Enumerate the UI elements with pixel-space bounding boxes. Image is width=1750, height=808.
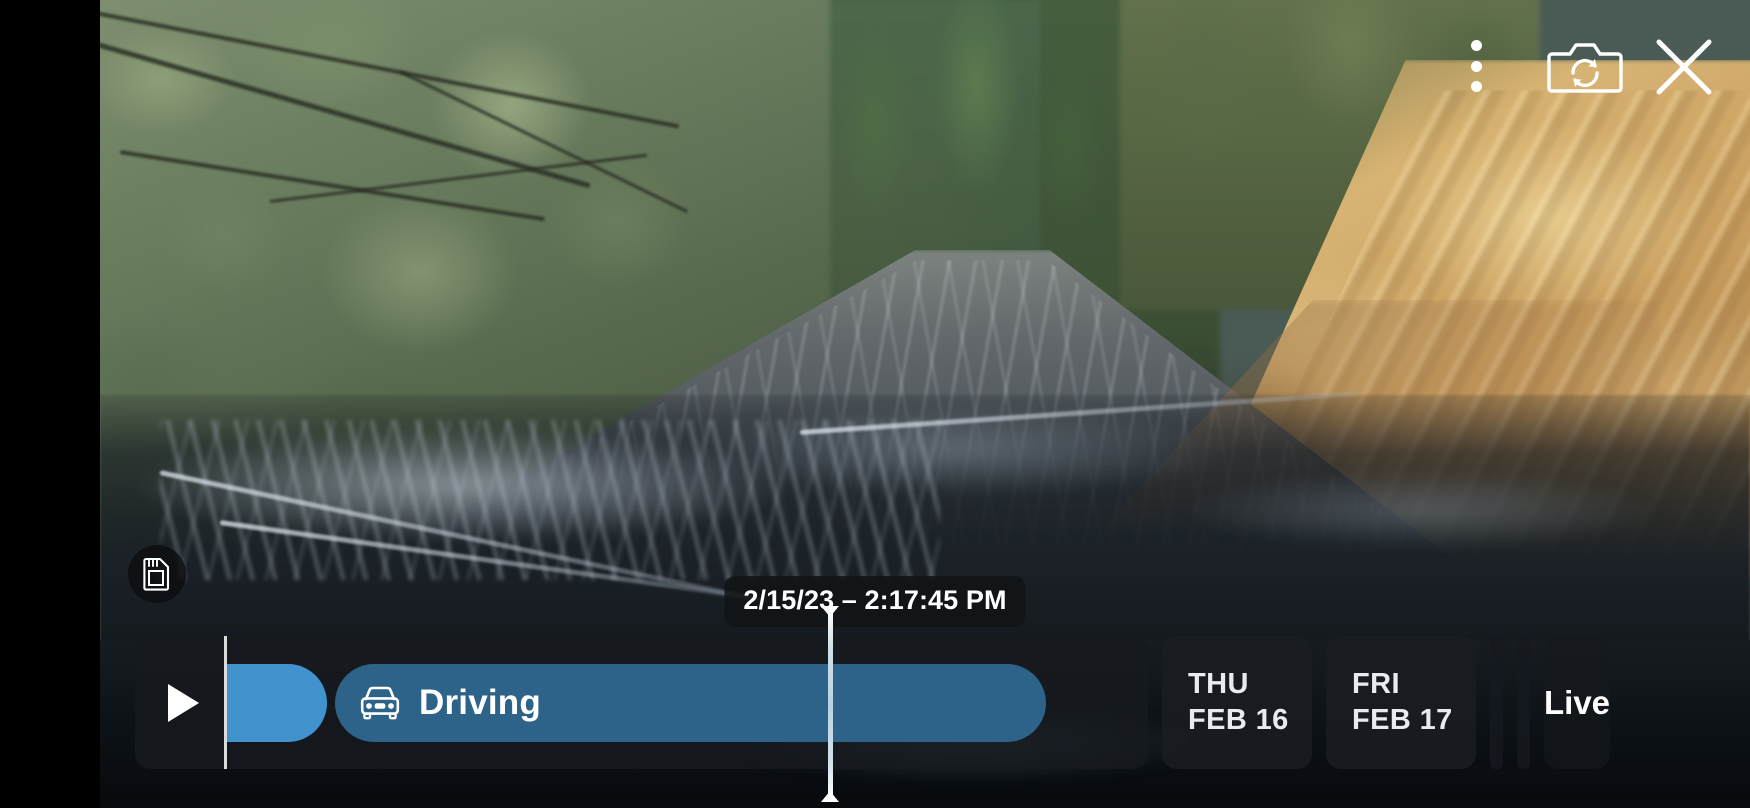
timeline-bar[interactable]: Driving THU FEB 16 FRI FEB 17 Live bbox=[135, 606, 1611, 802]
timeline-tick[interactable] bbox=[1490, 636, 1503, 769]
timeline-segment-clip[interactable] bbox=[227, 664, 327, 742]
play-button[interactable] bbox=[135, 636, 224, 769]
timeline-segment-driving[interactable]: Driving bbox=[335, 664, 1046, 742]
car-front-icon bbox=[360, 686, 400, 720]
timeline-playhead[interactable] bbox=[821, 606, 839, 802]
sd-card-button[interactable] bbox=[128, 545, 186, 603]
day-card-date: FEB 16 bbox=[1188, 703, 1289, 736]
play-icon bbox=[167, 683, 199, 722]
close-button[interactable] bbox=[1652, 36, 1716, 98]
day-card-weekday: FRI bbox=[1352, 668, 1400, 701]
camera-switch-button[interactable] bbox=[1546, 38, 1624, 96]
sd-card-icon bbox=[143, 557, 170, 591]
day-card-fri[interactable]: FRI FEB 17 bbox=[1326, 636, 1476, 769]
timeline-segment-label: Driving bbox=[419, 683, 541, 722]
day-card-thu[interactable]: THU FEB 16 bbox=[1162, 636, 1312, 769]
three-dots-vertical-icon bbox=[1470, 40, 1482, 51]
timestamp-label: 2/15/23 – 2:17:45 PM bbox=[724, 576, 1026, 627]
overflow-menu-button[interactable] bbox=[1468, 40, 1484, 92]
camera-switch-icon bbox=[1547, 43, 1623, 93]
three-dots-vertical-icon bbox=[1470, 81, 1482, 92]
day-card-date: FEB 17 bbox=[1352, 703, 1453, 736]
day-card-weekday: THU bbox=[1188, 668, 1249, 701]
screen-root: 2/15/23 – 2:17:45 PM Driving THU FEB 16 … bbox=[0, 0, 1750, 808]
timeline-track[interactable]: Driving bbox=[135, 606, 1148, 802]
timeline-tick[interactable] bbox=[1517, 636, 1530, 769]
three-dots-vertical-icon bbox=[1470, 60, 1482, 72]
live-button[interactable]: Live bbox=[1544, 636, 1611, 769]
live-label: Live bbox=[1544, 683, 1611, 721]
timeline-segments[interactable]: Driving bbox=[227, 606, 1148, 802]
close-x-icon bbox=[1656, 39, 1712, 95]
